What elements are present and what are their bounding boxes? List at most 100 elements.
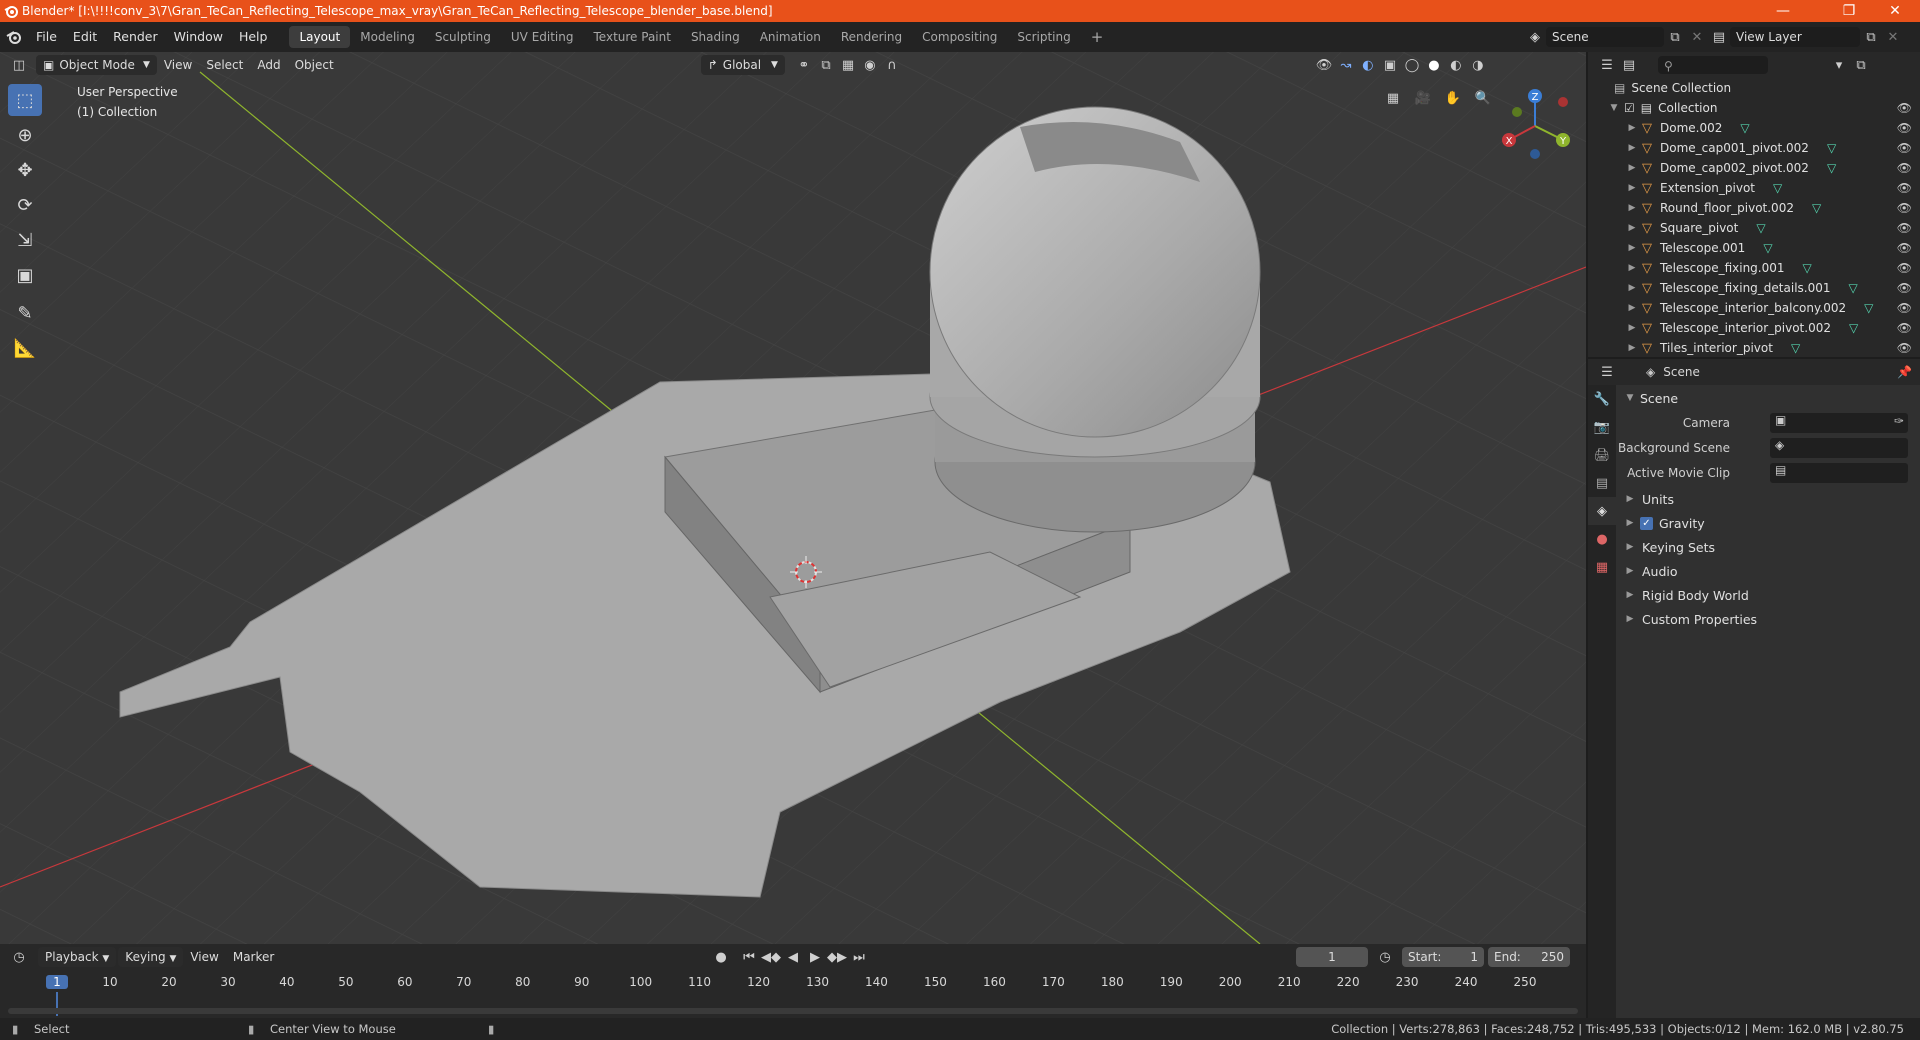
prev-keyframe-icon[interactable]: ◀◆ — [760, 947, 782, 967]
eye-icon[interactable]: 👁 — [1897, 241, 1912, 255]
remove-view-layer-icon[interactable]: ✕ — [1882, 27, 1904, 47]
menu-edit[interactable]: Edit — [65, 26, 105, 48]
eye-icon[interactable]: 👁 — [1897, 141, 1912, 155]
expand-triangle-icon[interactable]: ▶ — [1626, 303, 1638, 313]
frame-ruler[interactable]: 1 10 20 30 40 50 60 70 80 90 100 110 120 130 140 150 160… — [0, 972, 1586, 1016]
rotate-icon[interactable]: ⟳ — [8, 189, 42, 221]
output-tab-icon[interactable]: 🖨 — [1588, 441, 1616, 469]
expand-triangle-icon[interactable]: ▶ — [1626, 143, 1638, 153]
scale-icon[interactable]: ⇲ — [8, 224, 42, 256]
expand-triangle-icon[interactable]: ▶ — [1626, 163, 1638, 173]
eye-icon[interactable]: 👁 — [1897, 181, 1912, 195]
tab-modeling[interactable]: Modeling — [350, 26, 425, 48]
outliner-editor-type-icon[interactable]: ☰ — [1596, 55, 1618, 75]
tab-sculpting[interactable]: Sculpting — [425, 26, 501, 48]
zoom-icon[interactable]: 🔍 — [1472, 88, 1494, 108]
timeline-menu-marker[interactable]: Marker — [226, 947, 281, 967]
gizmo-toggle-icon[interactable]: ↝ — [1335, 55, 1357, 75]
snap-target-icon[interactable]: ▦ — [837, 55, 859, 75]
expand-triangle-icon[interactable]: ▶ — [1626, 223, 1638, 233]
wireframe-shading-icon[interactable]: ◯ — [1401, 55, 1423, 75]
outliner-item[interactable]: ▶ ▽ Telescope.001 ▽ 👁 — [1588, 238, 1920, 258]
mesh-data-icon[interactable]: ▽ — [1763, 241, 1772, 255]
texture-tab-icon[interactable]: ▦ — [1588, 553, 1616, 581]
menu-window[interactable]: Window — [166, 26, 231, 48]
next-keyframe-icon[interactable]: ◆▶ — [826, 947, 848, 967]
outliner-search-input[interactable]: ⚲ — [1658, 56, 1768, 74]
properties-section-units[interactable]: ▶ Units — [1624, 488, 1674, 510]
xray-icon[interactable]: ▣ — [1379, 55, 1401, 75]
annotate-icon[interactable]: ✎ — [8, 297, 42, 329]
scene-icon[interactable]: ◈ — [1524, 27, 1546, 47]
mesh-data-icon[interactable]: ▽ — [1827, 161, 1836, 175]
viewport-menu-view[interactable]: View — [157, 55, 199, 75]
neg-x-axis-handle[interactable] — [1558, 97, 1568, 107]
mesh-data-icon[interactable]: ▽ — [1791, 341, 1800, 355]
neg-y-axis-handle[interactable] — [1512, 107, 1522, 117]
jump-end-icon[interactable]: ⏭ — [848, 947, 870, 967]
timeline-editor-type-icon[interactable]: ◷ — [8, 947, 30, 967]
expand-triangle-icon[interactable]: ▶ — [1626, 243, 1638, 253]
tab-shading[interactable]: Shading — [681, 26, 750, 48]
transform-icon[interactable]: ▣ — [8, 259, 42, 291]
expand-triangle-icon[interactable]: ▶ — [1626, 343, 1638, 353]
playhead[interactable]: 1 — [46, 975, 68, 989]
mesh-data-icon[interactable]: ▽ — [1864, 301, 1873, 315]
active-movie-clip-field[interactable]: ▤ — [1770, 463, 1908, 483]
outliner-item[interactable]: ▶ ▽ Dome_cap001_pivot.002 ▽ 👁 — [1588, 138, 1920, 158]
eye-icon[interactable]: 👁 — [1897, 261, 1912, 275]
outliner-item[interactable]: ▶ ▽ Telescope_interior_balcony.002 ▽ 👁 — [1588, 298, 1920, 318]
gravity-checkbox[interactable]: ✓ — [1640, 516, 1653, 530]
play-reverse-icon[interactable]: ◀ — [782, 947, 804, 967]
rendered-shading-icon[interactable]: ◑ — [1467, 55, 1489, 75]
move-icon[interactable]: ✥ — [8, 154, 42, 186]
solid-shading-icon[interactable]: ● — [1423, 55, 1445, 75]
start-frame-field[interactable]: Start: 1 — [1402, 947, 1484, 967]
mesh-data-icon[interactable]: ▽ — [1812, 201, 1821, 215]
eyedropper-icon[interactable]: ✑ — [1894, 414, 1904, 428]
eye-icon[interactable]: 👁 — [1897, 101, 1912, 115]
expand-triangle-icon[interactable]: ▶ — [1626, 183, 1638, 193]
new-view-layer-icon[interactable]: ⧉ — [1860, 27, 1882, 47]
background-scene-field[interactable]: ◈ — [1770, 438, 1908, 458]
proportional-edit-icon[interactable]: ◉ — [859, 55, 881, 75]
camera-field[interactable]: ▣ ✑ — [1770, 413, 1908, 433]
menu-file[interactable]: File — [28, 26, 65, 48]
outliner-item[interactable]: ▶ ▽ Dome_cap002_pivot.002 ▽ 👁 — [1588, 158, 1920, 178]
tool-tab-icon[interactable]: 🔧 — [1588, 385, 1616, 413]
camera-view-icon[interactable]: 🎥 — [1412, 88, 1434, 108]
eye-icon[interactable]: 👁 — [1897, 321, 1912, 335]
expand-triangle-icon[interactable]: ▶ — [1626, 123, 1638, 133]
menu-render[interactable]: Render — [105, 26, 166, 48]
minimize-icon[interactable]: — — [1760, 0, 1806, 22]
tab-animation[interactable]: Animation — [750, 26, 831, 48]
properties-section-gravity[interactable]: ▶ ✓ Gravity — [1624, 512, 1705, 534]
end-frame-field[interactable]: End: 250 — [1488, 947, 1570, 967]
outliner-item[interactable]: ▶ ▽ Extension_pivot ▽ 👁 — [1588, 178, 1920, 198]
3d-viewport[interactable]: ◫ ▣ Object Mode ▼ View Select Add Object… — [0, 52, 1586, 944]
expand-triangle-icon[interactable]: ▶ — [1626, 323, 1638, 333]
expand-triangle-icon[interactable]: ▼ — [1608, 103, 1620, 113]
view-layer-selector[interactable]: View Layer — [1730, 27, 1860, 47]
mesh-data-icon[interactable]: ▽ — [1773, 181, 1782, 195]
material-shading-icon[interactable]: ◐ — [1445, 55, 1467, 75]
new-scene-icon[interactable]: ⧉ — [1664, 27, 1686, 47]
properties-section-custom-properties[interactable]: ▶ Custom Properties — [1624, 608, 1758, 630]
select-box-icon[interactable]: ⬚ — [8, 84, 42, 116]
checkbox-icon[interactable]: ☑ — [1624, 101, 1635, 115]
mesh-data-icon[interactable]: ▽ — [1756, 221, 1765, 235]
new-collection-icon[interactable]: ⧉ — [1850, 55, 1872, 75]
record-icon[interactable]: ● — [710, 947, 732, 967]
neg-z-axis-handle[interactable] — [1530, 149, 1540, 159]
pivot-icon[interactable]: ⚭ — [793, 55, 815, 75]
expand-triangle-icon[interactable]: ▶ — [1626, 203, 1638, 213]
outliner-item[interactable]: ▶ ▽ Tiles_interior_pivot ▽ 👁 — [1588, 338, 1920, 358]
properties-section-audio[interactable]: ▶ Audio — [1624, 560, 1678, 582]
eye-icon[interactable]: 👁 — [1897, 161, 1912, 175]
overlay-toggle-icon[interactable]: ◐ — [1357, 55, 1379, 75]
menu-help[interactable]: Help — [231, 26, 276, 48]
remove-scene-icon[interactable]: ✕ — [1686, 27, 1708, 47]
mesh-data-icon[interactable]: ▽ — [1827, 141, 1836, 155]
outliner-item[interactable]: ▶ ▽ Square_pivot ▽ 👁 — [1588, 218, 1920, 238]
expand-triangle-icon[interactable]: ▶ — [1626, 263, 1638, 273]
